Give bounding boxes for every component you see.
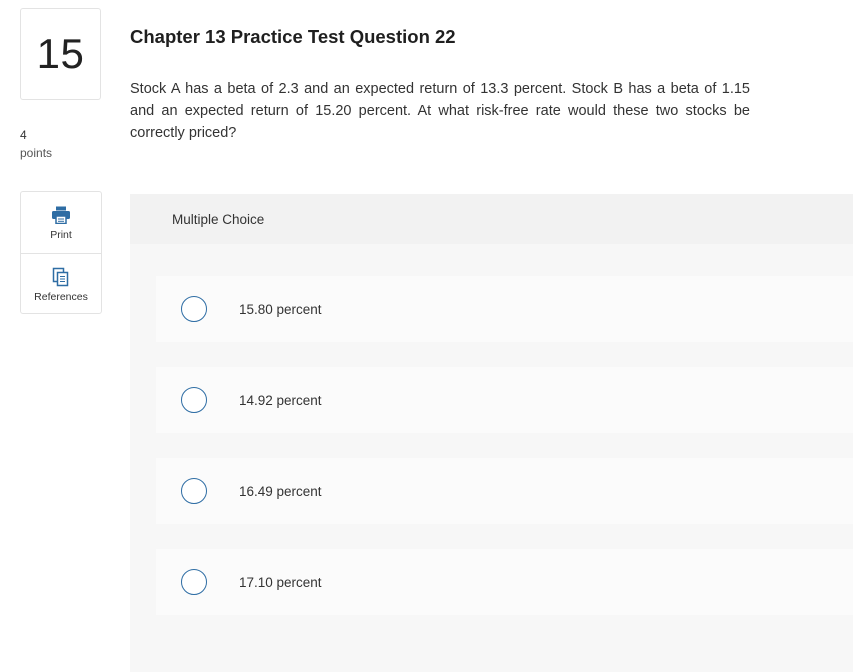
- radio-button[interactable]: [181, 387, 207, 413]
- references-button[interactable]: References: [21, 253, 101, 314]
- print-button[interactable]: Print: [21, 192, 101, 253]
- choice-option[interactable]: 15.80 percent: [156, 276, 853, 342]
- radio-button[interactable]: [181, 478, 207, 504]
- answer-panel: Multiple Choice 15.80 percent 14.92 perc…: [130, 194, 853, 672]
- answer-type-label: Multiple Choice: [172, 211, 265, 227]
- print-label: Print: [50, 229, 72, 241]
- printer-icon: [50, 204, 72, 226]
- radio-button[interactable]: [181, 296, 207, 322]
- choice-label: 17.10 percent: [239, 574, 322, 590]
- question-stem: Stock A has a beta of 2.3 and an expecte…: [130, 81, 750, 141]
- tools-panel: Print References: [20, 191, 102, 314]
- points-value: 4: [20, 128, 27, 142]
- choice-option[interactable]: 14.92 percent: [156, 367, 853, 433]
- answer-header: Multiple Choice: [130, 194, 853, 244]
- documents-icon: [50, 266, 72, 288]
- choice-label: 16.49 percent: [239, 483, 322, 499]
- answer-choices: 15.80 percent 14.92 percent 16.49 percen…: [130, 244, 853, 672]
- choice-option[interactable]: 17.10 percent: [156, 549, 853, 615]
- points-label: points: [20, 146, 53, 160]
- choice-label: 15.80 percent: [239, 301, 322, 317]
- choice-label: 14.92 percent: [239, 392, 322, 408]
- question-number: 15: [36, 30, 85, 77]
- references-label: References: [34, 290, 88, 303]
- radio-button[interactable]: [181, 569, 207, 595]
- choice-option[interactable]: 16.49 percent: [156, 458, 853, 524]
- question-page: 15 4 points Print References Chapter 13 …: [0, 0, 853, 672]
- question-number-box: 15: [20, 8, 101, 100]
- question-title: Chapter 13 Practice Test Question 22: [130, 26, 456, 47]
